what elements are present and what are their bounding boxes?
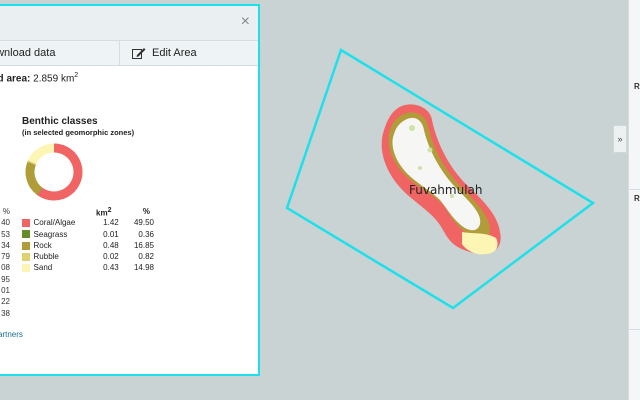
pct-column-header: % [142, 207, 150, 216]
legend-km2: 0.48 [103, 240, 119, 250]
donut-slice [37, 143, 83, 201]
legend-km2: 0.02 [103, 252, 119, 262]
legend-class-name: Seagrass [33, 229, 68, 239]
selected-area-label: ed area: [0, 73, 31, 85]
legend-row: Seagrass 0.01 0.36 [22, 229, 154, 240]
legend-pct: 14.98 [133, 263, 154, 273]
legend-row: Rubble 0.02 0.82 [22, 251, 154, 262]
legend-pct: 49.50 [133, 218, 154, 228]
donut-slice [28, 143, 55, 165]
area-unit-sup: 2 [74, 72, 79, 79]
legend-km2: 0.01 [103, 229, 119, 239]
selected-area-value: 2.859 km [33, 73, 75, 85]
left-column-value: 01 [1, 286, 10, 296]
left-column-value: 40 [1, 218, 10, 228]
legend-pct: 0.36 [138, 229, 154, 239]
right-side-panel: R R [628, 0, 640, 400]
left-column-value: 22 [1, 297, 10, 307]
legend-swatch [22, 264, 30, 273]
expand-panel-button[interactable]: » [613, 125, 627, 153]
partners-link[interactable]: ch Partners [0, 330, 23, 339]
right-panel-row-1[interactable]: R [629, 74, 640, 190]
left-column-value: 38 [1, 308, 10, 318]
benthic-donut-chart [25, 143, 83, 201]
legend-header: km2 % [22, 206, 154, 218]
legend-row: Coral/Algae 1.42 49.50 [22, 217, 154, 228]
area-info-panel: × ownload data Edit Area ed area: 2.859 … [0, 4, 260, 376]
legend-class-name: Rock [33, 240, 52, 250]
edit-icon [132, 48, 146, 59]
donut-slice [27, 160, 37, 166]
benthic-classes-subtitle: (in selected geomorphic zones) [22, 128, 135, 137]
legend-swatch [22, 218, 30, 227]
donut-slice [25, 161, 43, 195]
panel-header: × [0, 6, 258, 40]
left-column-value: 95 [1, 274, 10, 284]
download-data-label: ownload data [0, 47, 56, 59]
legend-swatch [22, 241, 30, 250]
left-column-value: 34 [1, 240, 10, 250]
benthic-legend: km2 % Coral/Algae 1.42 49.50 Seagrass 0.01 0.… [22, 206, 154, 274]
legend-class-name: Coral/Algae [33, 218, 76, 228]
edit-area-button[interactable]: Edit Area [120, 41, 258, 65]
close-icon[interactable]: × [241, 14, 250, 30]
legend-class-name: Sand [33, 263, 53, 273]
left-column-value: 08 [1, 263, 10, 273]
legend-row: Rock 0.48 16.85 [22, 240, 154, 251]
legend-class-name: Rubble [33, 252, 59, 262]
download-data-button[interactable]: ownload data [0, 41, 120, 65]
legend-pct: 16.85 [133, 240, 154, 250]
legend-km2: 0.43 [103, 263, 119, 273]
left-column-header: % [2, 207, 10, 216]
benthic-classes-title: Benthic classes [22, 116, 98, 127]
island-label: Fuvahmulah [409, 183, 483, 197]
edit-area-label: Edit Area [152, 47, 197, 59]
selected-area: ed area: 2.859 km2 [0, 72, 78, 84]
legend-swatch [22, 230, 30, 239]
left-column-value: 79 [1, 252, 10, 262]
legend-row: Sand 0.43 14.98 [22, 262, 154, 273]
legend-pct: 0.82 [138, 252, 154, 262]
panel-toolbar: ownload data Edit Area [0, 40, 258, 66]
legend-swatch [22, 252, 30, 261]
left-column-value: 53 [1, 229, 10, 239]
right-panel-row-2[interactable]: R [629, 190, 640, 330]
legend-km2: 1.42 [103, 218, 119, 228]
geomorphic-pct-column: % 40 53 34 79 08 95 01 22 38 [0, 206, 10, 319]
